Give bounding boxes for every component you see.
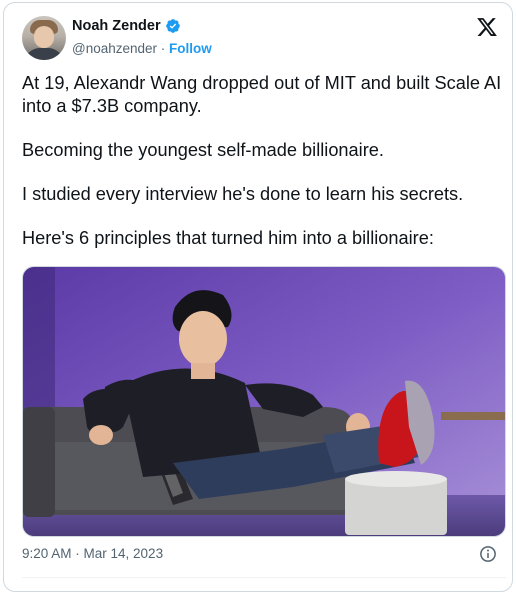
photo-illustration [23,267,505,536]
tweet-text: At 19, Alexandr Wang dropped out of MIT … [22,72,506,271]
tweet-paragraph: Here's 6 principles that turned him into… [22,228,434,248]
x-logo-icon[interactable] [476,16,498,38]
timestamp[interactable]: 9:20 AM · Mar 14, 2023 [22,546,163,561]
avatar[interactable] [22,16,66,60]
verified-badge-icon [165,19,180,33]
divider [22,577,506,578]
follow-button[interactable]: Follow [169,41,212,56]
author-handle[interactable]: @noahzender [72,41,157,56]
tweet-photo[interactable] [22,266,506,537]
info-icon[interactable] [479,545,497,563]
separator: · [160,41,166,56]
author-handle-row: @noahzender · Follow [72,41,212,56]
tweet-paragraph: At 19, Alexandr Wang dropped out of MIT … [22,73,502,116]
author-name[interactable]: Noah Zender [72,18,161,34]
tweet-card: Noah Zender @noahzender · Follow At 19, … [3,2,513,592]
author-name-row: Noah Zender [72,18,181,34]
tweet-paragraph: Becoming the youngest self-made billiona… [22,140,384,160]
tweet-paragraph: I studied every interview he's done to l… [22,184,464,204]
